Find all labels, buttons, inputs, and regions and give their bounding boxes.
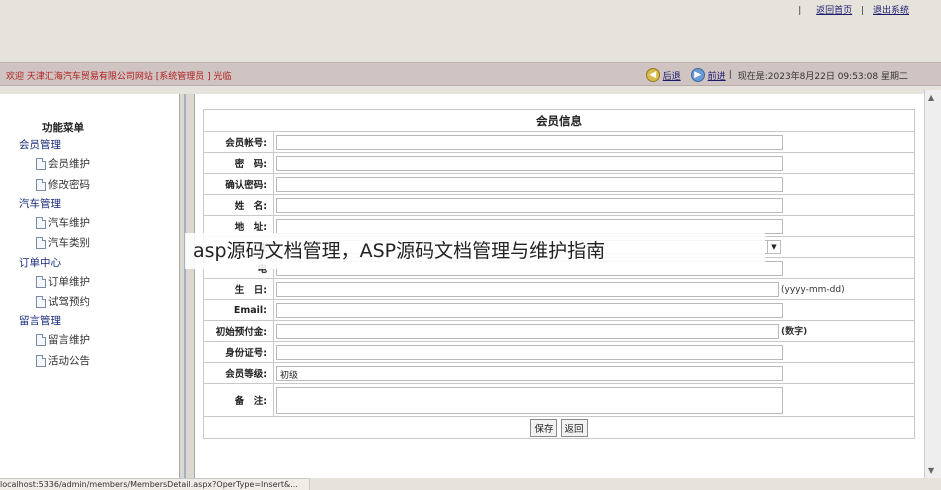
content-scrollbar[interactable]: ▲ ▼ [924,90,941,478]
menu-title: 功能菜单 [42,122,84,134]
forward-link[interactable]: 前进 [708,69,726,82]
welcome-nav: ◀ 后退 ▶ 前进 | 现在是:2023年8月22日 09:53:08 星期二 [645,68,908,82]
menu-item-label: 试驾预约 [48,296,90,308]
menu-group-messages[interactable]: 留言管理 [19,313,61,328]
top-header: | 返回首页 | 退出系统 [0,0,941,62]
menu-group-members[interactable]: 会员管理 [19,137,61,152]
document-icon [36,178,46,191]
deposit-label: 初始预付金: [203,320,274,342]
menu-item-message-maintain[interactable]: 留言维护 [36,332,90,347]
confirm-password-label: 确认密码: [203,173,274,195]
menu-item-order-maintain[interactable]: 订单维护 [36,274,90,289]
document-icon [36,275,46,288]
article-caption-overlay: asp源码文档管理，ASP源码文档管理与维护指南 [185,233,765,269]
account-input[interactable] [276,134,783,150]
menu-item-label: 汽车类别 [48,237,90,249]
menu-item-label: 修改密码 [48,179,90,191]
document-icon [36,236,46,249]
form-actions: 保存 返回 [203,416,915,439]
current-datetime: 现在是:2023年8月22日 09:53:08 星期二 [737,71,908,82]
status-bar-url: localhost:5336/admin/members/MembersDeta… [0,478,310,490]
sidebar: 功能菜单 会员管理 会员维护 修改密码 汽车管理 汽车维护 汽车类别 订单中心 … [0,94,180,478]
back-link[interactable]: 后退 [663,69,681,82]
idcard-label: 身份证号: [203,341,274,363]
menu-item-label: 汽车维护 [48,217,90,229]
confirm-password-input[interactable] [276,176,783,192]
name-label: 姓 名: [203,194,274,216]
forward-arrow-icon[interactable]: ▶ [690,68,705,82]
menu-item-label: 会员维护 [48,158,90,170]
idcard-input[interactable] [276,344,783,360]
document-icon [36,354,46,367]
menu-item-label: 活动公告 [48,355,90,367]
save-button[interactable]: 保存 [530,418,558,437]
menu-item-change-password[interactable]: 修改密码 [36,177,90,192]
menu-item-label: 留言维护 [48,334,90,346]
account-label: 会员帐号: [203,131,274,153]
menu-group-cars[interactable]: 汽车管理 [19,196,61,211]
divider: | [861,6,865,16]
note-textarea[interactable] [276,386,783,414]
menu-item-member-maintain[interactable]: 会员维护 [36,156,90,171]
home-link[interactable]: 返回首页 [816,6,852,16]
splitter-line [184,94,186,478]
document-icon [36,295,46,308]
menu-item-test-drive[interactable]: 试驾预约 [36,294,90,309]
birthday-hint: (yyyy-mm-dd) [781,284,845,295]
email-label: Email: [203,299,274,321]
menu-item-label: 订单维护 [48,276,90,288]
divider: | [728,70,732,80]
password-input[interactable] [276,155,783,171]
top-links: | 返回首页 | 退出系统 [798,3,909,16]
note-label: 备 注: [203,383,274,417]
document-icon [36,216,46,229]
divider: | [798,6,802,16]
return-button[interactable]: 返回 [560,418,588,437]
exit-link[interactable]: 退出系统 [873,6,909,16]
document-icon [36,333,46,346]
menu-item-car-category[interactable]: 汽车类别 [36,235,90,250]
name-input[interactable] [276,197,783,213]
welcome-bar: 欢迎 天津汇海汽车贸易有限公司网站 [系统管理员 ] 光临 ◀ 后退 ▶ 前进 … [0,62,941,86]
form-title: 会员信息 [203,109,915,132]
deposit-input[interactable] [276,323,779,339]
menu-item-car-maintain[interactable]: 汽车维护 [36,215,90,230]
frame-splitter[interactable] [179,94,195,478]
chevron-down-icon: ▼ [767,241,780,253]
member-form: 会员信息 会员帐号: 密 码: 确认密码: 姓 名: 地 址: 性 ▼ 电 [203,109,915,439]
back-arrow-icon[interactable]: ◀ [645,68,660,82]
deposit-hint: (数字) [781,326,808,337]
menu-item-announcements[interactable]: 活动公告 [36,353,90,368]
birthday-label: 生 日: [203,278,274,300]
scroll-down-icon[interactable]: ▼ [928,466,934,475]
birthday-input[interactable] [276,281,779,297]
level-label: 会员等级: [203,362,274,384]
welcome-message: 欢迎 天津汇海汽车贸易有限公司网站 [系统管理员 ] 光临 [6,72,232,82]
document-icon [36,157,46,170]
scroll-up-icon[interactable]: ▲ [928,93,934,102]
email-input[interactable] [276,302,783,318]
address-input[interactable] [276,218,783,234]
menu-group-orders[interactable]: 订单中心 [19,255,61,270]
password-label: 密 码: [203,152,274,174]
main-content: 会员信息 会员帐号: 密 码: 确认密码: 姓 名: 地 址: 性 ▼ 电 [195,94,924,478]
level-input[interactable]: 初级 [276,365,783,381]
